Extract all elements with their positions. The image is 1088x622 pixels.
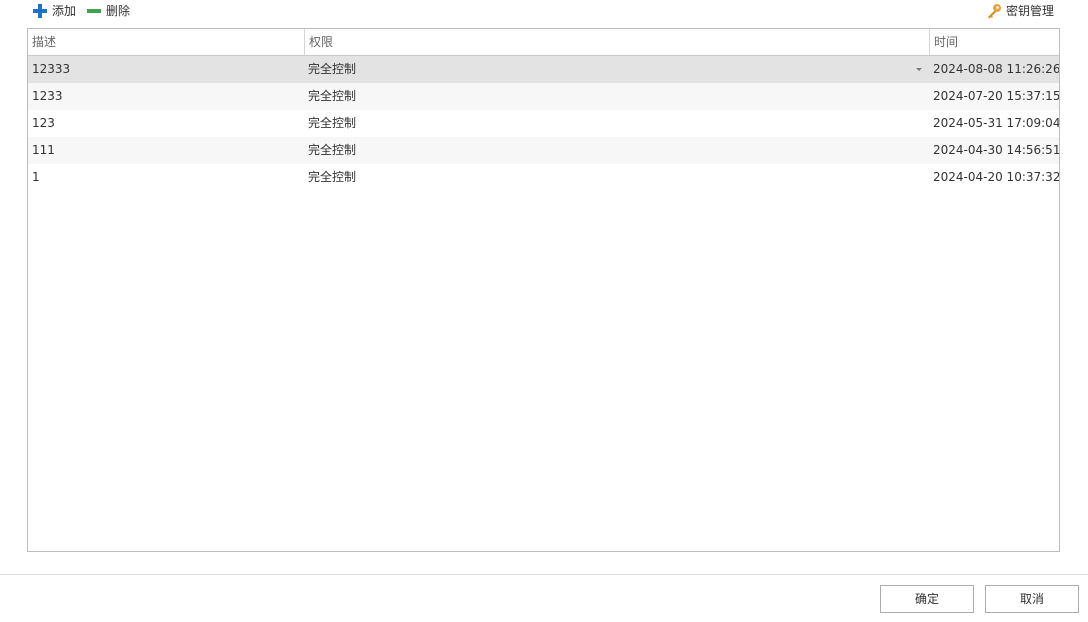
cell-description: 123: [32, 116, 55, 130]
cell-description: 1: [32, 170, 40, 184]
cell-permission: 完全控制: [308, 89, 357, 103]
cell-description: 111: [32, 143, 55, 157]
add-label: 添加: [52, 4, 77, 18]
footer-divider: [0, 574, 1088, 575]
cell-permission: 完全控制: [308, 143, 357, 157]
key-manage-button[interactable]: 密钥管理: [986, 2, 1054, 20]
ok-button[interactable]: 确定: [880, 585, 974, 613]
key-management-dialog: 添加 删除 密钥管理 描述 权限 时间 12333 完全控制 2024-08-0…: [0, 0, 1088, 622]
table-row[interactable]: 111 完全控制 2024-04-30 14:56:51: [28, 137, 1059, 164]
cell-time: 2024-08-08 11:26:26: [933, 62, 1059, 76]
key-icon: [986, 3, 1002, 19]
cell-description: 12333: [32, 62, 71, 76]
dropdown-arrow-icon[interactable]: [916, 68, 922, 71]
cell-time: 2024-04-20 10:37:32: [933, 170, 1059, 184]
toolbar: 添加 删除 密钥管理: [0, 0, 1088, 22]
header-description[interactable]: 描述: [28, 29, 304, 55]
delete-button[interactable]: 删除: [86, 2, 130, 20]
table-row[interactable]: 1 完全控制 2024-04-20 10:37:32: [28, 164, 1059, 191]
cell-permission: 完全控制: [308, 62, 357, 76]
plus-icon: [32, 3, 48, 19]
table-row[interactable]: 123 完全控制 2024-05-31 17:09:04: [28, 110, 1059, 137]
cell-time: 2024-04-30 14:56:51: [933, 143, 1059, 157]
table-header: 描述 权限 时间: [28, 29, 1059, 56]
add-button[interactable]: 添加: [32, 2, 76, 20]
key-table: 描述 权限 时间 12333 完全控制 2024-08-08 11:26:26 …: [27, 28, 1060, 552]
cell-description: 1233: [32, 89, 63, 103]
key-manage-label: 密钥管理: [1006, 4, 1055, 18]
table-row[interactable]: 12333 完全控制 2024-08-08 11:26:26: [28, 56, 1059, 83]
header-permission[interactable]: 权限: [304, 29, 929, 55]
delete-label: 删除: [106, 4, 131, 18]
cell-permission: 完全控制: [308, 116, 357, 130]
cell-time: 2024-07-20 15:37:15: [933, 89, 1059, 103]
table-body: 12333 完全控制 2024-08-08 11:26:26 1233 完全控制…: [28, 56, 1059, 191]
header-time[interactable]: 时间: [929, 29, 1059, 55]
cell-permission: 完全控制: [308, 170, 357, 184]
minus-icon: [86, 3, 102, 19]
cell-time: 2024-05-31 17:09:04: [933, 116, 1059, 130]
cancel-button[interactable]: 取消: [985, 585, 1079, 613]
table-row[interactable]: 1233 完全控制 2024-07-20 15:37:15: [28, 83, 1059, 110]
